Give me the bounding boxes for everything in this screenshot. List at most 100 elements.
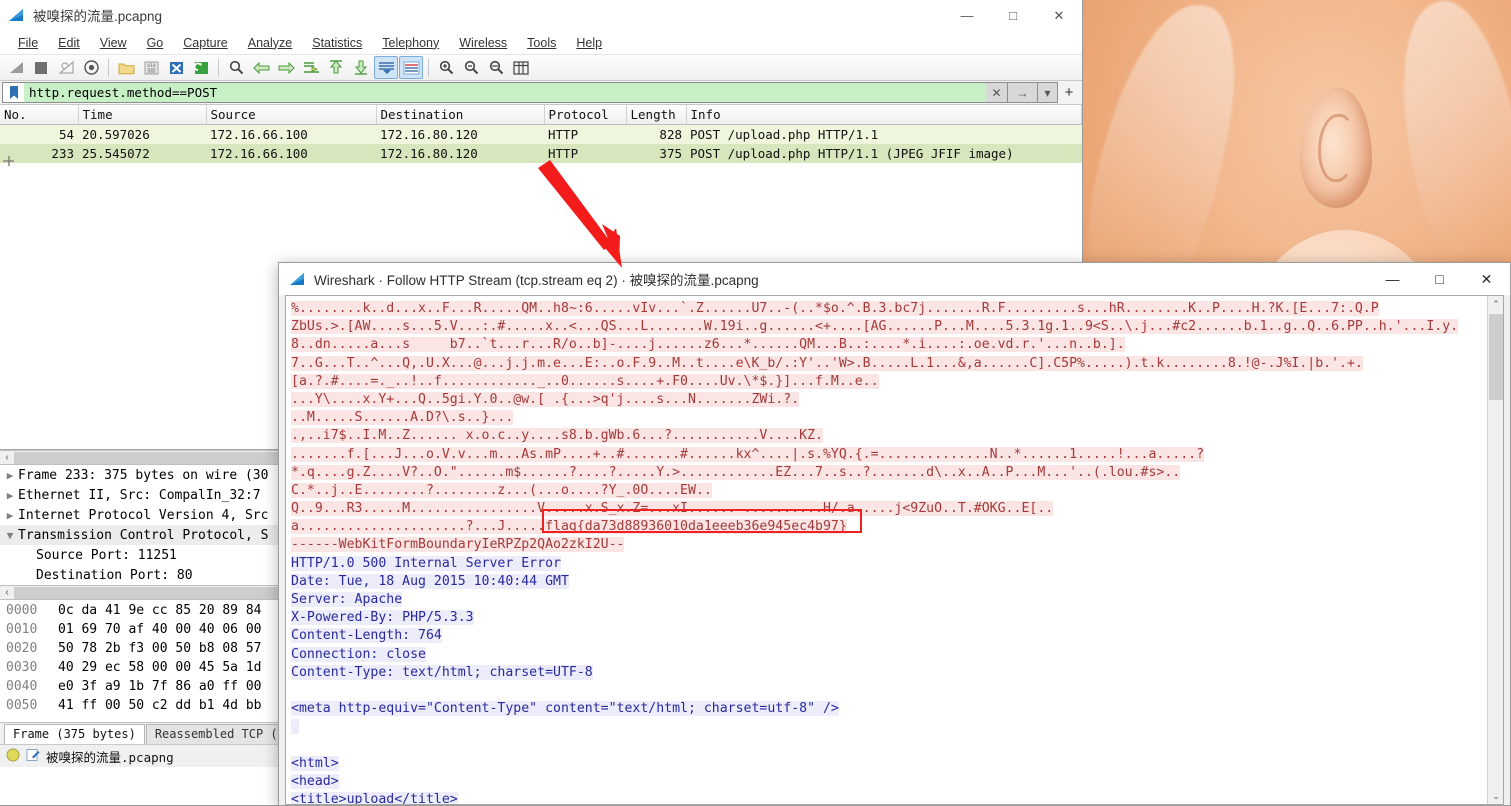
capture-options-icon[interactable]	[79, 56, 103, 79]
cell-length: 375	[626, 144, 686, 163]
stream-request-text: Q..9...R3.....M................V.....x.S…	[291, 501, 1053, 516]
filter-bookmark-icon[interactable]	[2, 82, 24, 103]
menu-capture[interactable]: Capture	[173, 34, 237, 52]
main-window-title: 被嗅探的流量.pcapng	[33, 5, 162, 25]
stream-line: X-Powered-By: PHP/5.3.3	[291, 609, 1487, 627]
close-button[interactable]: ✕	[1036, 0, 1082, 31]
cell-destination: 172.16.80.120	[376, 125, 544, 144]
selected-row-marker	[3, 155, 15, 167]
colorize-icon[interactable]	[399, 56, 423, 79]
hex-bytes: 0c da 41 9e cc 85 20 89 84	[58, 603, 262, 622]
stream-response-text: Server: Apache	[291, 592, 402, 607]
column-header-length[interactable]: Length	[626, 105, 686, 125]
table-row[interactable]: 233 25.545072 172.16.66.100 172.16.80.12…	[0, 144, 1082, 163]
menu-edit[interactable]: Edit	[48, 34, 90, 52]
minimize-button[interactable]: —	[944, 0, 990, 31]
menu-analyze[interactable]: Analyze	[238, 34, 302, 52]
open-file-icon[interactable]	[114, 56, 138, 79]
stream-response-text: HTTP/1.0 500 Internal Server Error	[291, 556, 561, 571]
display-filter-bar: http.request.method==POST ✕ → ▾ +	[0, 81, 1082, 105]
find-packet-icon[interactable]	[224, 56, 248, 79]
stream-response-text: Date: Tue, 18 Aug 2015 10:40:44 GMT	[291, 574, 569, 589]
maximize-button[interactable]: □	[990, 0, 1036, 31]
scrollbar-thumb[interactable]	[1489, 314, 1503, 400]
chevron-right-icon[interactable]: ▶	[2, 489, 18, 502]
statusbar-file-name: 被嗅探的流量.pcapng	[46, 747, 174, 766]
scroll-up-icon[interactable]: ⌃	[1488, 296, 1504, 312]
stream-line: Connection: close	[291, 646, 1487, 664]
zoom-out-icon[interactable]	[459, 56, 483, 79]
column-header-time[interactable]: Time	[78, 105, 206, 125]
stop-capture-icon[interactable]	[29, 56, 53, 79]
stream-response-text: Content-Length: 764	[291, 628, 442, 643]
menu-file[interactable]: File	[8, 34, 48, 52]
go-forward-icon[interactable]	[274, 56, 298, 79]
chevron-down-icon[interactable]: ▼	[2, 529, 18, 542]
stream-line: %........k..d...x..F...R.....QM..h8~:6..…	[291, 300, 1487, 318]
go-first-packet-icon[interactable]	[324, 56, 348, 79]
stream-line: Server: Apache	[291, 591, 1487, 609]
edit-comment-icon[interactable]	[26, 748, 40, 765]
close-file-icon[interactable]	[164, 56, 188, 79]
hex-bytes: 01 69 70 af 40 00 40 06 00	[58, 622, 262, 641]
scroll-left-icon[interactable]: ‹	[0, 452, 14, 463]
hex-offset: 0000	[6, 603, 58, 622]
scroll-left-icon[interactable]: ‹	[0, 587, 14, 598]
stream-response-text: Content-Type: text/html; charset=UTF-8	[291, 665, 593, 680]
scroll-down-icon[interactable]: ⌄	[1488, 788, 1504, 804]
menu-wireless[interactable]: Wireless	[449, 34, 517, 52]
filter-add-button[interactable]: +	[1058, 82, 1080, 103]
column-header-source[interactable]: Source	[206, 105, 376, 125]
filter-apply-button[interactable]: →	[1008, 82, 1038, 103]
dialog-minimize-button[interactable]: —	[1369, 263, 1416, 295]
menu-statistics[interactable]: Statistics	[302, 34, 372, 52]
tab-frame[interactable]: Frame (375 bytes)	[4, 724, 145, 744]
menu-telephony[interactable]: Telephony	[372, 34, 449, 52]
column-header-destination[interactable]: Destination	[376, 105, 544, 125]
stream-vertical-scrollbar[interactable]: ⌃ ⌄	[1487, 296, 1503, 804]
resize-columns-icon[interactable]	[509, 56, 533, 79]
restart-capture-icon[interactable]	[54, 56, 78, 79]
zoom-reset-icon[interactable]	[484, 56, 508, 79]
stream-text-view[interactable]: %........k..d...x..F...R.....QM..h8~:6..…	[286, 296, 1487, 804]
auto-scroll-icon[interactable]	[374, 56, 398, 79]
display-filter-input[interactable]: http.request.method==POST	[24, 82, 986, 103]
stream-response-text: <head>	[291, 774, 339, 789]
stream-line: ..M.....S......A.D?\.s..}...	[291, 409, 1487, 427]
menu-go[interactable]: Go	[137, 34, 174, 52]
stream-line: *.q....g.Z....V?..O."......m$......?....…	[291, 464, 1487, 482]
menu-tools[interactable]: Tools	[517, 34, 566, 52]
wireshark-fin-icon	[8, 8, 25, 23]
column-header-no[interactable]: No.	[0, 105, 78, 125]
screenshot-root: https://blog.csdn.net/mochu7777777 被嗅探的流…	[0, 0, 1511, 806]
filter-clear-button[interactable]: ✕	[986, 82, 1008, 103]
column-header-protocol[interactable]: Protocol	[544, 105, 626, 125]
detail-text: Internet Protocol Version 4, Src	[18, 508, 268, 523]
reload-file-icon[interactable]	[189, 56, 213, 79]
dialog-maximize-button[interactable]: □	[1416, 263, 1463, 295]
chevron-right-icon[interactable]: ▶	[2, 509, 18, 522]
main-window-controls: — □ ✕	[944, 0, 1082, 31]
menu-view[interactable]: View	[90, 34, 137, 52]
main-menubar: File Edit View Go Capture Analyze Statis…	[0, 31, 1082, 54]
detail-text: Transmission Control Protocol, S	[18, 528, 268, 543]
table-row[interactable]: 54 20.597026 172.16.66.100 172.16.80.120…	[0, 125, 1082, 144]
save-file-icon[interactable]: 010	[139, 56, 163, 79]
column-header-info[interactable]: Info	[686, 105, 1082, 125]
go-last-packet-icon[interactable]	[349, 56, 373, 79]
filter-history-dropdown[interactable]: ▾	[1038, 82, 1058, 103]
chevron-right-icon[interactable]: ▶	[2, 469, 18, 482]
cell-time: 20.597026	[78, 125, 206, 144]
go-back-icon[interactable]	[249, 56, 273, 79]
stream-response-text: <title>upload</title>	[291, 792, 458, 804]
stream-request-text: a.....................?...J.....flag{da7…	[291, 519, 847, 534]
dialog-close-button[interactable]: ✕	[1463, 263, 1510, 295]
cell-no: 54	[0, 125, 78, 144]
cell-time: 25.545072	[78, 144, 206, 163]
menu-help[interactable]: Help	[566, 34, 612, 52]
zoom-in-icon[interactable]	[434, 56, 458, 79]
stream-content-area[interactable]: %........k..d...x..F...R.....QM..h8~:6..…	[285, 295, 1504, 805]
go-to-packet-icon[interactable]	[299, 56, 323, 79]
capture-ready-icon[interactable]	[6, 748, 20, 765]
start-capture-icon[interactable]	[4, 56, 28, 79]
